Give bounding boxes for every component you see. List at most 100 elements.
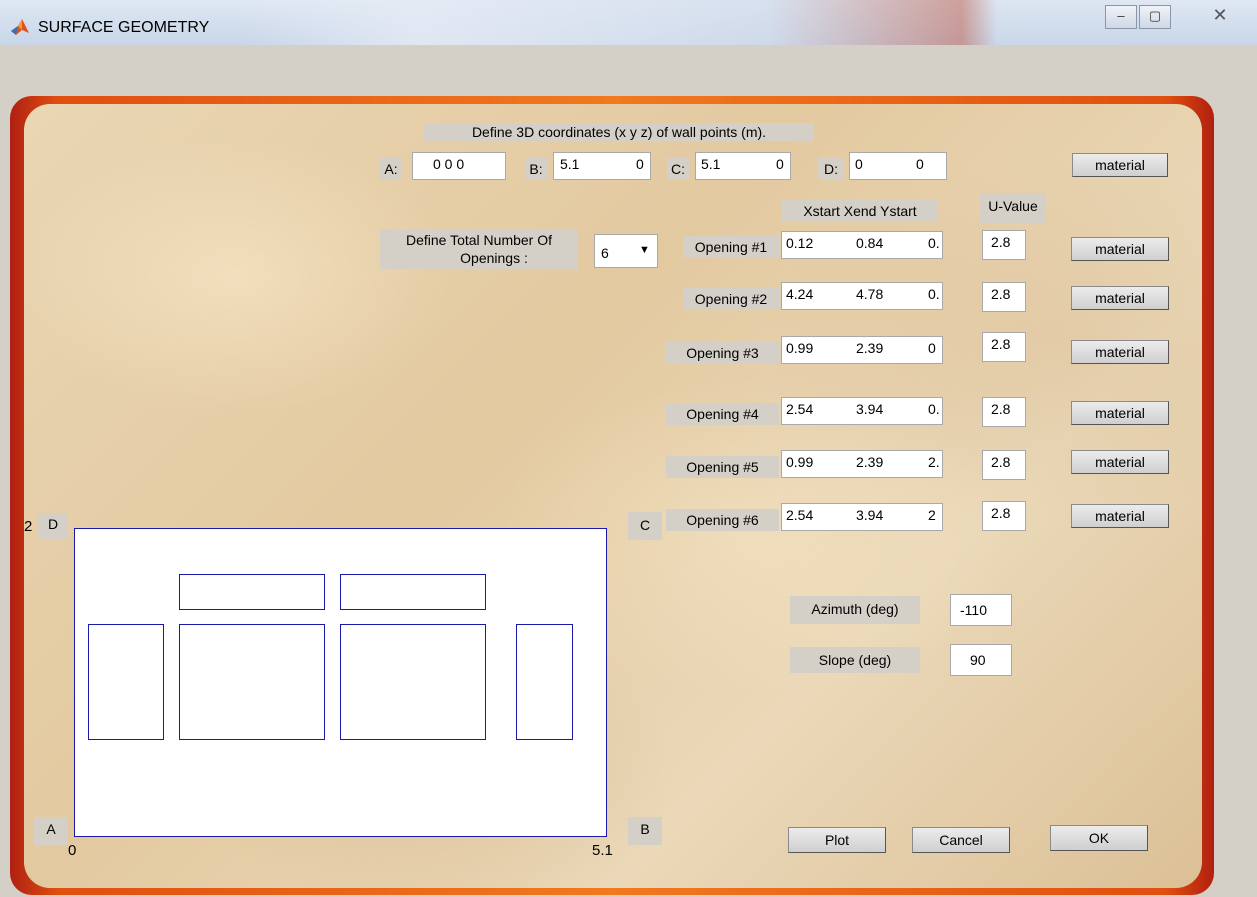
point-d-input[interactable]: 00 xyxy=(849,152,947,180)
opening-coords-input[interactable]: 2.54 3.94 0. xyxy=(781,397,943,425)
matlab-app-icon xyxy=(11,19,29,35)
point-a-value: 0 0 0 xyxy=(433,156,465,172)
opening-material-button[interactable]: material xyxy=(1071,286,1169,310)
opening-xend: 0.84 xyxy=(856,235,884,251)
point-b-x: 5.1 xyxy=(560,156,580,172)
opening-u-value-input[interactable]: 2.8 xyxy=(982,397,1026,427)
opening-xend: 2.39 xyxy=(856,340,884,356)
slope-value: 90 xyxy=(970,652,986,668)
opening-coords-input[interactable]: 2.54 3.94 2 xyxy=(781,503,943,531)
opening-u-value-input[interactable]: 2.8 xyxy=(982,282,1026,312)
opening-ystart: 2 xyxy=(928,507,936,523)
point-a-input[interactable]: 0 0 0 xyxy=(412,152,506,180)
point-b-label: B: xyxy=(525,158,547,180)
point-c-x: 5.1 xyxy=(701,156,721,172)
opening-material-button[interactable]: material xyxy=(1071,340,1169,364)
opening-3-outline xyxy=(179,624,325,740)
openings-count-select[interactable]: 6 ▼ xyxy=(594,234,658,268)
u-value-header: U-Value xyxy=(980,193,1046,223)
opening-ystart: 0. xyxy=(928,235,940,251)
opening-u-value: 2.8 xyxy=(991,286,1011,302)
total-openings-label-line1: Define Total Number Of xyxy=(405,232,553,248)
ok-button[interactable]: OK xyxy=(1050,825,1148,851)
corner-c-label: C xyxy=(628,512,662,540)
plot-button[interactable]: Plot xyxy=(788,827,886,853)
opening-6-outline xyxy=(340,574,486,610)
slope-input[interactable]: 90 xyxy=(950,644,1012,676)
opening-xend: 4.78 xyxy=(856,286,884,302)
opening-u-value: 2.8 xyxy=(991,336,1011,352)
opening-xend: 2.39 xyxy=(856,454,884,470)
close-button[interactable]: ✕ xyxy=(1205,5,1235,27)
opening-ystart: 0 xyxy=(928,340,936,356)
opening-4-outline xyxy=(340,624,486,740)
opening-u-value: 2.8 xyxy=(991,401,1011,417)
point-c-input[interactable]: 5.1 0 xyxy=(695,152,791,180)
slope-label: Slope (deg) xyxy=(790,647,920,673)
x-axis-min-label: 0 xyxy=(68,842,77,859)
opening-xstart: 2.54 xyxy=(786,401,814,417)
opening-u-value-input[interactable]: 2.8 xyxy=(982,230,1026,260)
coordinate-columns-header: Xstart Xend Ystart xyxy=(782,200,938,222)
point-c-rest: 0 xyxy=(776,156,784,172)
wall-material-button[interactable]: material xyxy=(1072,153,1168,177)
opening-ystart: 0. xyxy=(928,286,940,302)
wall-preview-canvas xyxy=(74,528,607,837)
opening-coords-input[interactable]: 4.24 4.78 0. xyxy=(781,282,943,310)
opening-xstart: 0.12 xyxy=(786,235,814,251)
opening-xend: 3.94 xyxy=(856,401,884,417)
opening-label: Opening #4 xyxy=(666,403,779,425)
corner-d-label: D xyxy=(38,513,68,539)
opening-coords-input[interactable]: 0.99 2.39 0 xyxy=(781,336,943,364)
point-d-rest: 0 xyxy=(916,156,924,172)
azimuth-value: -110 xyxy=(960,602,987,618)
point-c-label: C: xyxy=(667,158,689,180)
window-controls: ‒ ▢ ✕ xyxy=(1105,5,1245,31)
opening-label: Opening #2 xyxy=(683,288,779,310)
opening-label: Opening #1 xyxy=(683,236,779,258)
title-bar: SURFACE GEOMETRY ‒ ▢ ✕ xyxy=(0,0,1257,45)
opening-u-value: 2.8 xyxy=(991,234,1011,250)
opening-label: Opening #3 xyxy=(666,342,779,364)
opening-coords-input[interactable]: 0.12 0.84 0. xyxy=(781,231,943,259)
openings-count-value: 6 xyxy=(601,245,609,261)
total-openings-label: Define Total Number Of Openings : xyxy=(380,229,578,269)
azimuth-input[interactable]: -110 xyxy=(950,594,1012,626)
opening-label: Opening #6 xyxy=(666,509,779,531)
total-openings-label-line2: Openings : xyxy=(460,250,528,266)
opening-material-button[interactable]: material xyxy=(1071,450,1169,474)
opening-u-value-input[interactable]: 2.8 xyxy=(982,501,1026,531)
opening-xstart: 0.99 xyxy=(786,454,814,470)
opening-u-value: 2.8 xyxy=(991,505,1011,521)
title-bar-background xyxy=(240,0,1120,45)
opening-material-button[interactable]: material xyxy=(1071,504,1169,528)
opening-material-button[interactable]: material xyxy=(1071,237,1169,261)
minimize-button[interactable]: ‒ xyxy=(1105,5,1137,29)
point-b-input[interactable]: 5.1 0 xyxy=(553,152,651,180)
opening-u-value-input[interactable]: 2.8 xyxy=(982,332,1026,362)
corner-a-label: A xyxy=(34,817,68,845)
opening-u-value-input[interactable]: 2.8 xyxy=(982,450,1026,480)
opening-xstart: 2.54 xyxy=(786,507,814,523)
window-title: SURFACE GEOMETRY xyxy=(38,19,210,36)
point-d-x: 0 xyxy=(855,156,863,172)
x-axis-max-label: 5.1 xyxy=(592,842,613,859)
chevron-down-icon: ▼ xyxy=(639,244,650,256)
opening-ystart: 2. xyxy=(928,454,940,470)
opening-xend: 3.94 xyxy=(856,507,884,523)
edge-mark: 2 xyxy=(24,518,33,535)
opening-ystart: 0. xyxy=(928,401,940,417)
opening-u-value: 2.8 xyxy=(991,454,1011,470)
opening-2-outline xyxy=(516,624,573,740)
azimuth-label: Azimuth (deg) xyxy=(790,596,920,624)
point-b-rest: 0 xyxy=(636,156,644,172)
point-a-label: A: xyxy=(380,158,402,180)
point-d-label: D: xyxy=(818,158,844,180)
opening-xstart: 4.24 xyxy=(786,286,814,302)
opening-coords-input[interactable]: 0.99 2.39 2. xyxy=(781,450,943,478)
cancel-button[interactable]: Cancel xyxy=(912,827,1010,853)
opening-5-outline xyxy=(179,574,325,610)
maximize-button[interactable]: ▢ xyxy=(1139,5,1171,29)
opening-label: Opening #5 xyxy=(666,456,779,478)
opening-material-button[interactable]: material xyxy=(1071,401,1169,425)
